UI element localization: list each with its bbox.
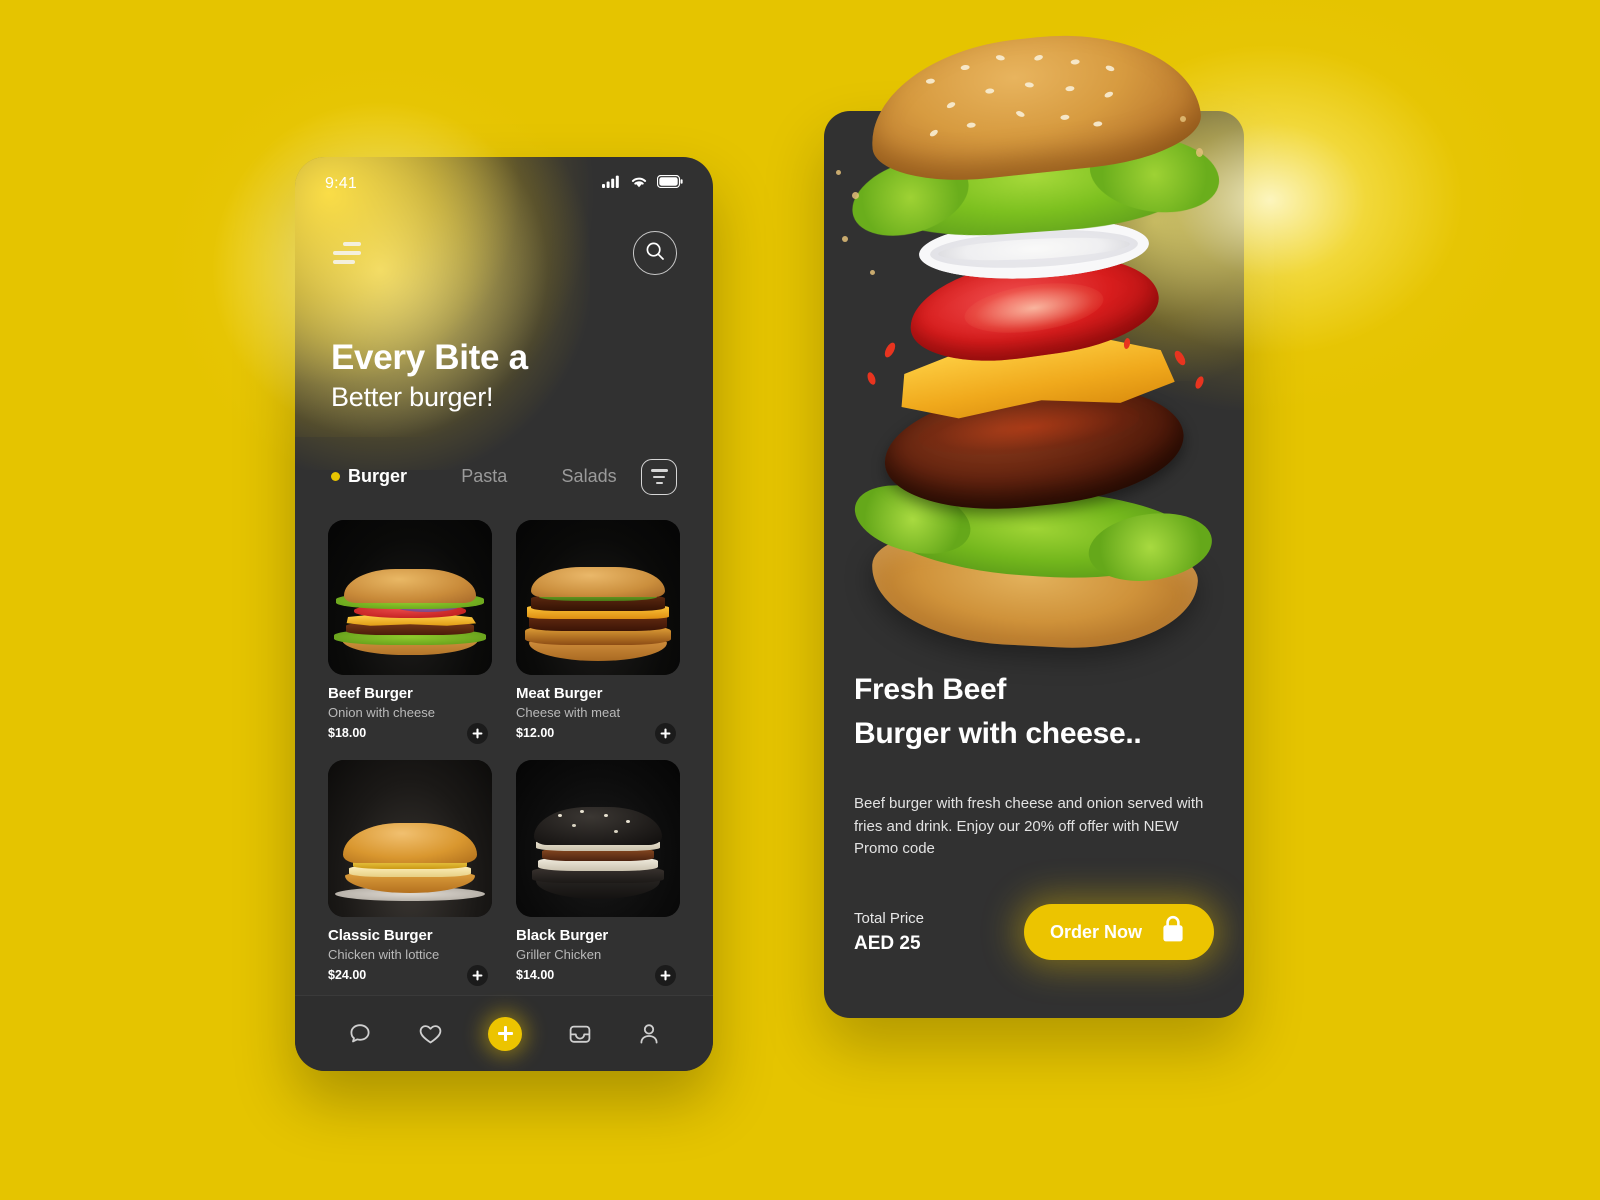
product-desc: Cheese with meat xyxy=(516,704,621,720)
detail-title-line-1: Fresh Beef xyxy=(854,673,1007,707)
person-icon[interactable] xyxy=(637,1021,661,1047)
shopping-bag-icon xyxy=(1158,914,1188,950)
product-name: Black Burger xyxy=(516,926,609,944)
product-name: Classic Burger xyxy=(328,926,433,944)
search-icon xyxy=(645,241,665,266)
tab-salads-label: Salads xyxy=(561,466,617,487)
headline-line-2: Better burger! xyxy=(331,381,494,412)
product-card-classic-burger[interactable]: Classic Burger Chicken with lottice $24.… xyxy=(328,759,492,986)
heart-icon[interactable] xyxy=(417,1021,444,1047)
chat-bubble-icon[interactable] xyxy=(347,1021,373,1047)
product-grid: Beef Burger Onion with cheese $18.00 Mea… xyxy=(295,495,713,986)
product-desc: Onion with cheese xyxy=(328,704,435,720)
product-price: $24.00 xyxy=(328,968,367,983)
menu-screen-phone: 9:41 Every Bite a Better burger! Burger … xyxy=(295,157,713,1071)
plus-icon[interactable] xyxy=(488,1016,523,1051)
total-price-label: Total Price xyxy=(854,909,925,927)
category-tabs: Burger Pasta Salads xyxy=(295,413,713,495)
detail-content: Fresh Beef Burger with cheese.. Beef bur… xyxy=(824,668,1244,1018)
status-bar-time: 9:41 xyxy=(325,175,357,192)
total-price-value: AED 25 xyxy=(854,932,921,954)
detail-inner-glow xyxy=(974,91,1274,381)
headline-line-1: Every Bite a xyxy=(331,338,528,377)
order-now-label: Order Now xyxy=(1049,921,1142,942)
hamburger-menu-icon[interactable] xyxy=(331,242,361,264)
product-card-beef-burger[interactable]: Beef Burger Onion with cheese $18.00 xyxy=(328,519,492,744)
product-price: $14.00 xyxy=(516,968,555,983)
page-headline: Every Bite a Better burger! xyxy=(295,301,713,413)
product-image-meat-burger xyxy=(516,519,680,675)
tab-salads[interactable]: Salads xyxy=(562,466,617,487)
search-button[interactable] xyxy=(633,231,677,275)
product-desc: Chicken with lottice xyxy=(328,946,440,962)
detail-title-line-2: Burger with cheese.. xyxy=(854,716,1142,750)
product-image-beef-burger xyxy=(328,519,492,675)
active-tab-dot-icon xyxy=(331,472,340,482)
add-to-cart-button[interactable] xyxy=(655,722,676,744)
status-bar: 9:41 xyxy=(295,157,713,205)
product-desc: Griller Chicken xyxy=(516,946,602,962)
filter-icon[interactable] xyxy=(641,458,677,495)
tab-burger-label: Burger xyxy=(348,466,408,487)
product-image-black-burger xyxy=(516,759,680,917)
order-now-button[interactable]: Order Now xyxy=(1023,904,1214,960)
add-to-cart-button[interactable] xyxy=(467,722,488,744)
product-image-classic-burger xyxy=(328,759,492,917)
top-nav-bar xyxy=(295,205,713,301)
product-price: $12.00 xyxy=(516,726,555,741)
tab-pasta-label: Pasta xyxy=(461,466,508,487)
product-card-black-burger[interactable]: Black Burger Griller Chicken $14.00 xyxy=(516,759,680,986)
total-price-block: Total Price AED 25 xyxy=(854,910,924,955)
product-name: Beef Burger xyxy=(328,684,413,702)
tab-burger[interactable]: Burger xyxy=(331,466,407,487)
battery-icon xyxy=(656,174,683,193)
wifi-icon xyxy=(630,175,648,193)
bottom-tab-bar xyxy=(295,995,713,1071)
product-price: $18.00 xyxy=(328,726,367,741)
product-card-meat-burger[interactable]: Meat Burger Cheese with meat $12.00 xyxy=(516,519,680,744)
tab-pasta[interactable]: Pasta xyxy=(461,466,507,487)
detail-description: Beef burger with fresh cheese and onion … xyxy=(854,795,1204,857)
add-to-cart-button[interactable] xyxy=(467,964,488,986)
add-to-cart-button[interactable] xyxy=(655,964,676,986)
bag-icon[interactable] xyxy=(567,1021,593,1047)
product-name: Meat Burger xyxy=(516,684,603,702)
detail-screen-phone: Fresh Beef Burger with cheese.. Beef bur… xyxy=(824,91,1274,1018)
signal-icon xyxy=(602,175,621,193)
